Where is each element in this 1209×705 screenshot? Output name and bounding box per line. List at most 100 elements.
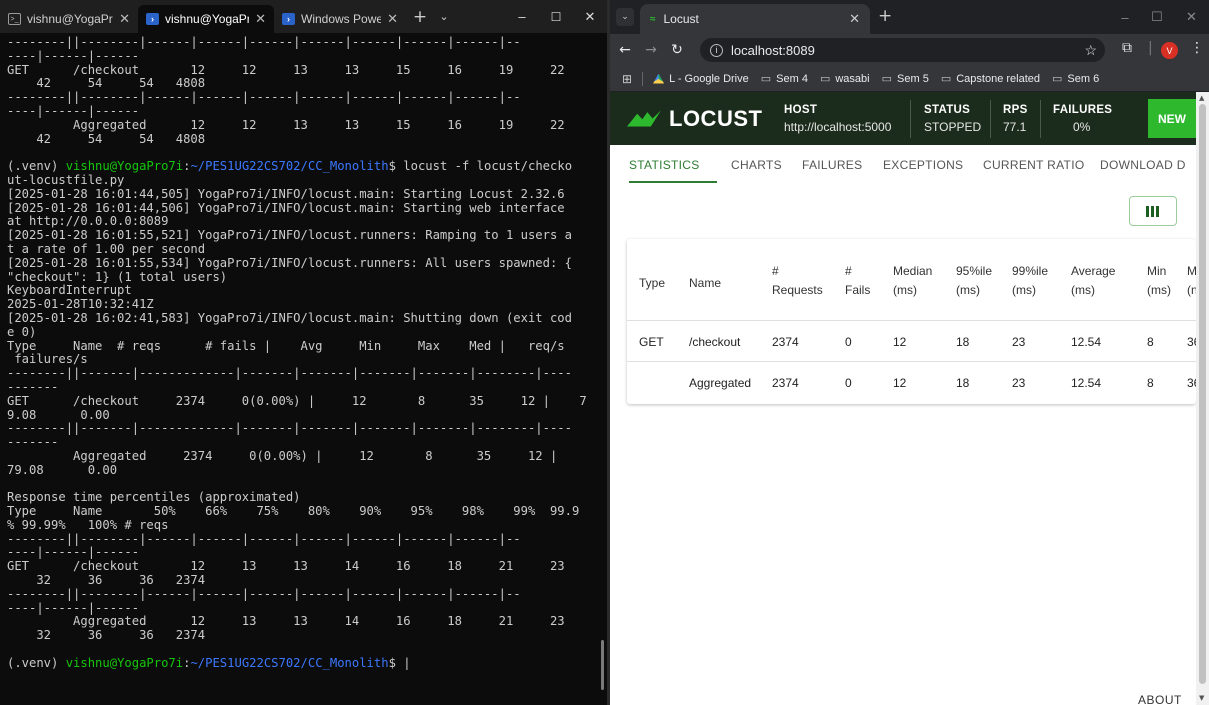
- tab-statistics[interactable]: STATISTICS: [629, 158, 700, 172]
- header-divider: [910, 100, 911, 138]
- new-tab-button[interactable]: +: [878, 6, 892, 26]
- close-icon[interactable]: ✕: [849, 11, 860, 27]
- locust-logo-icon: [627, 107, 663, 131]
- table-cell: 2374: [772, 376, 799, 390]
- terminal-line: --------||-------|-------------|-------|…: [7, 421, 572, 436]
- new-test-button[interactable]: NEW: [1148, 99, 1196, 138]
- column-header[interactable]: # Fails: [845, 262, 870, 300]
- tab-search-icon[interactable]: ⌄: [616, 8, 634, 26]
- locust-tabs: STATISTICS CHARTS FAILURES EXCEPTIONS CU…: [610, 155, 1196, 185]
- avatar[interactable]: V: [1161, 42, 1178, 59]
- terminal-tab-label: Windows PowerS: [301, 12, 382, 26]
- bookmark-capstone[interactable]: ▭ Capstone related: [941, 72, 1040, 86]
- page-scrollbar[interactable]: ▲ ▼: [1196, 92, 1209, 705]
- tab-exceptions[interactable]: EXCEPTIONS: [883, 158, 963, 172]
- folder-icon: ▭: [1052, 73, 1063, 85]
- bookmark-google-drive[interactable]: L - Google Drive: [653, 73, 749, 85]
- terminal-tab-label: vishnu@YogaPro: [165, 12, 250, 26]
- column-header[interactable]: Name: [689, 274, 721, 293]
- failures-stat: FAILURES 0%: [1053, 104, 1112, 134]
- tab-download-data[interactable]: DOWNLOAD D: [1100, 158, 1186, 172]
- forward-arrow-icon[interactable]: →: [638, 42, 664, 58]
- table-cell: 0: [845, 376, 852, 390]
- column-header-text: (ms): [1147, 283, 1171, 297]
- column-header-text: #: [845, 264, 852, 278]
- host-value: http://localhost:5000: [784, 120, 892, 134]
- terminal-line: ----|------|------: [7, 600, 140, 615]
- table-cell: GET: [639, 335, 664, 349]
- table-cell: 12.54: [1071, 376, 1102, 390]
- extensions-icon[interactable]: ⧉: [1122, 40, 1132, 56]
- bookmark-wasabi[interactable]: ▭ wasabi: [819, 72, 870, 86]
- locust-logo[interactable]: LOCUST: [627, 106, 762, 132]
- tab-current-ratio[interactable]: CURRENT RATIO: [983, 158, 1084, 172]
- close-icon[interactable]: ✕: [387, 11, 398, 27]
- maximize-button[interactable]: ☐: [539, 0, 573, 33]
- table-cell: 23: [1012, 335, 1026, 349]
- close-icon[interactable]: ✕: [119, 11, 130, 27]
- header-divider: [990, 100, 991, 138]
- column-header[interactable]: # Requests: [772, 262, 823, 300]
- apps-grid-icon[interactable]: ⊞: [622, 72, 632, 86]
- column-header-text: Average: [1071, 264, 1116, 278]
- bookmark-sem-5[interactable]: ▭ Sem 5: [882, 72, 929, 86]
- bookmark-sem-4[interactable]: ▭ Sem 4: [761, 72, 808, 86]
- terminal-output[interactable]: --------||--------|------|------|------|…: [0, 33, 607, 671]
- terminal-tab-1[interactable]: >_ vishnu@YogaPro7 ✕: [0, 5, 138, 33]
- site-info-icon[interactable]: i: [710, 43, 723, 57]
- bookmark-label: wasabi: [835, 72, 870, 85]
- terminal-scrollbar[interactable]: [601, 640, 604, 690]
- close-window-button[interactable]: ✕: [1174, 0, 1209, 34]
- kebab-menu-icon[interactable]: ⋮: [1190, 40, 1204, 56]
- column-header[interactable]: Median (ms): [893, 262, 932, 300]
- bookmark-label: Capstone related: [956, 72, 1040, 85]
- terminal-line: 42 54 54 4808: [7, 76, 206, 91]
- terminal-line: 32 36 36 2374: [7, 573, 206, 588]
- terminal-line: % 99.99% 100% # reqs: [7, 517, 169, 532]
- locust-header: LOCUST HOST http://localhost:5000 STATUS…: [610, 92, 1196, 145]
- back-arrow-icon[interactable]: ←: [612, 42, 638, 58]
- column-header[interactable]: M (n: [1187, 262, 1196, 300]
- bookmark-label: Sem 6: [1067, 72, 1100, 85]
- terminal-line: --------||--------|------|------|------|…: [7, 35, 521, 49]
- table-cell: 36: [1187, 335, 1196, 349]
- columns-icon: [1146, 205, 1160, 217]
- scroll-up-icon[interactable]: ▲: [1199, 94, 1204, 102]
- terminal-line: t a rate of 1.00 per second: [7, 241, 206, 256]
- about-link[interactable]: ABOUT: [1138, 693, 1182, 705]
- column-header[interactable]: 95%ile (ms): [956, 262, 992, 300]
- bookmark-star-icon[interactable]: ☆: [1084, 42, 1097, 59]
- column-header[interactable]: Average (ms): [1071, 262, 1115, 300]
- column-header-text: (ms): [956, 283, 980, 297]
- prompt-venv: (.venv): [7, 655, 66, 670]
- minimize-button[interactable]: –: [505, 0, 539, 33]
- terminal-tab-3[interactable]: › Windows PowerS ✕: [274, 5, 406, 33]
- terminal-tab-2[interactable]: › vishnu@YogaPro ✕: [138, 5, 274, 33]
- scroll-down-icon[interactable]: ▼: [1199, 694, 1204, 702]
- column-header[interactable]: Type: [639, 274, 665, 293]
- tab-failures[interactable]: FAILURES: [802, 158, 862, 172]
- new-tab-button[interactable]: +: [406, 7, 434, 27]
- reload-icon[interactable]: ↻: [664, 42, 690, 58]
- browser-tab-locust[interactable]: ≈ Locust ✕: [640, 4, 870, 34]
- maximize-button[interactable]: ☐: [1140, 0, 1174, 34]
- folder-icon: ▭: [819, 73, 831, 85]
- column-header-text: Requests: [772, 283, 823, 297]
- close-window-button[interactable]: ✕: [573, 0, 607, 33]
- column-header[interactable]: 99%ile (ms): [1012, 262, 1048, 300]
- column-header[interactable]: Min (ms): [1147, 262, 1171, 300]
- terminal-line: -------: [7, 379, 59, 394]
- table-cell: 12: [893, 376, 907, 390]
- address-bar[interactable]: i localhost:8089 ☆: [700, 38, 1105, 62]
- tab-charts[interactable]: CHARTS: [731, 158, 782, 172]
- terminal-line: [2025-01-28 16:01:44,506] YogaPro7i/INFO…: [7, 200, 565, 215]
- chevron-down-icon[interactable]: ⌄: [434, 10, 454, 23]
- close-icon[interactable]: ✕: [255, 11, 266, 27]
- column-selector-button[interactable]: [1129, 196, 1177, 226]
- header-divider: [1040, 100, 1041, 138]
- minimize-button[interactable]: –: [1110, 0, 1140, 34]
- terminal-line: GET /checkout 2374 0(0.00%) | 12 8 35 12…: [7, 393, 587, 408]
- bookmark-sem-6[interactable]: ▭ Sem 6: [1052, 72, 1100, 86]
- scrollbar-thumb[interactable]: [1199, 104, 1206, 684]
